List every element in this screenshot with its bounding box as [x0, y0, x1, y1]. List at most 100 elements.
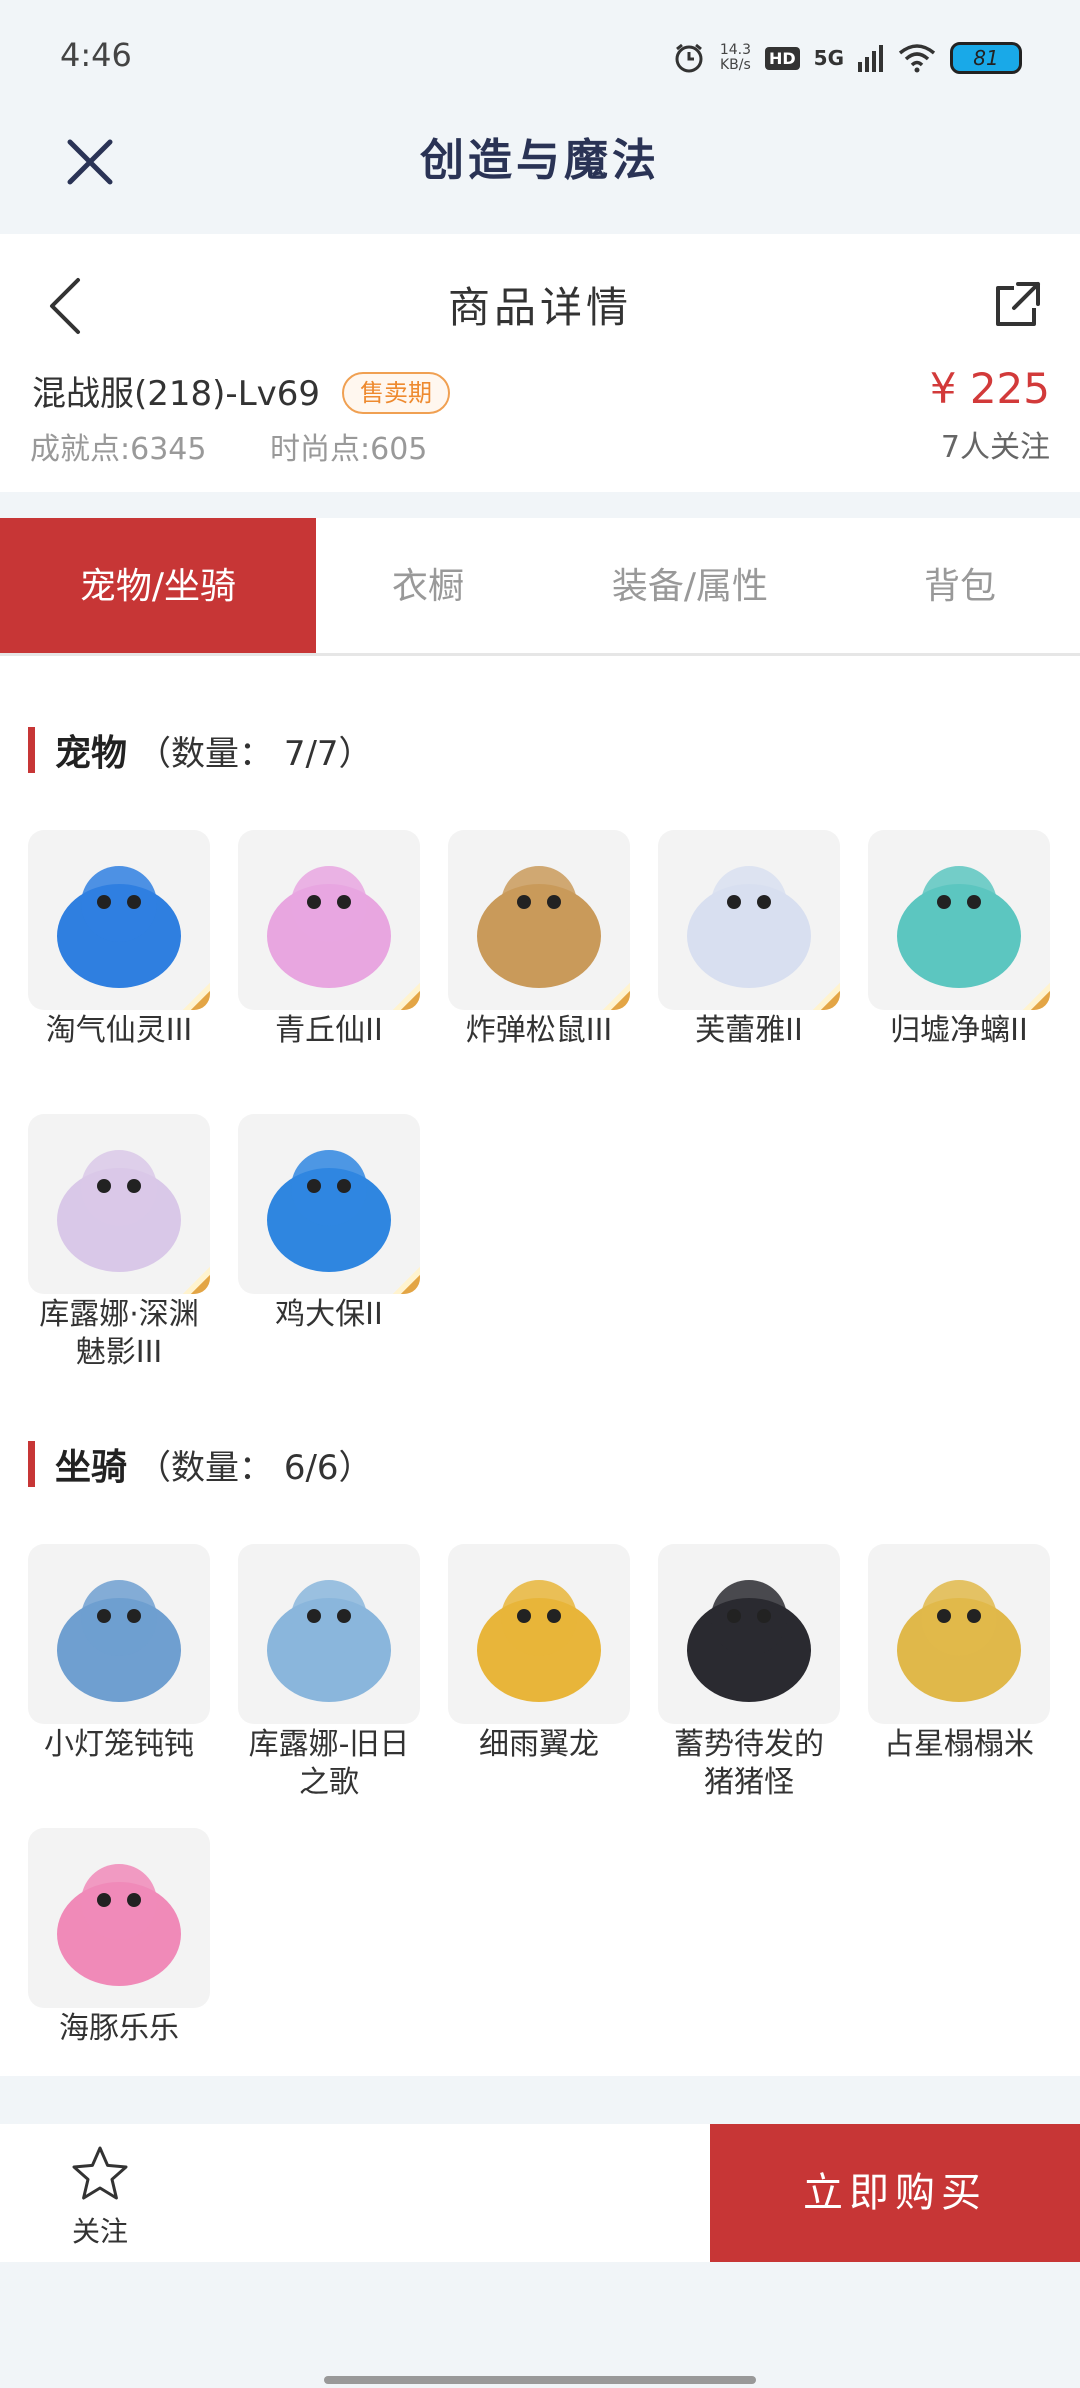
mounts-section-header: 坐骑 （数量： 6/6）	[28, 1438, 373, 1490]
item-thumbnail	[28, 1544, 210, 1724]
tab-wardrobe[interactable]: 衣橱	[316, 518, 540, 653]
item-thumbnail	[238, 1544, 420, 1724]
pets-section-count: （数量： 7/7）	[137, 733, 373, 774]
list-item[interactable]: 库露娜-旧日之歌	[238, 1544, 420, 1802]
item-thumbnail: II	[868, 830, 1050, 1010]
item-name: 库露娜-旧日之歌	[248, 1727, 410, 1800]
tab-pets-mounts[interactable]: 宠物/坐骑	[0, 518, 316, 653]
list-item[interactable]: II 归墟净螭II	[868, 830, 1050, 1050]
cloud-girl-icon	[267, 1580, 391, 1702]
item-thumbnail	[868, 1544, 1050, 1724]
lantern-frog-icon	[57, 1580, 181, 1702]
achievement-points: 成就点:6345	[30, 432, 207, 467]
grade-badge-icon: III	[560, 944, 630, 1010]
tab-bar: 宠物/坐骑 衣橱 装备/属性 背包	[0, 518, 1080, 656]
item-name: 小灯笼钝钝	[44, 1727, 194, 1762]
item-thumbnail: III	[28, 830, 210, 1010]
status-icons: 14.3 KB/s HD 5G 81	[672, 36, 1022, 80]
pets-section-title: 宠物	[55, 733, 128, 774]
list-item[interactable]: 蓄势待发的猪猪怪	[658, 1544, 840, 1802]
network-speed-value: 14.3	[719, 42, 751, 58]
tab-backpack[interactable]: 背包	[840, 518, 1080, 653]
app-bar: 创造与魔法	[0, 110, 1080, 234]
list-item[interactable]: 占星榻榻米	[868, 1544, 1050, 1764]
item-name: 蓄势待发的猪猪怪	[674, 1727, 824, 1800]
svg-text:II: II	[1041, 1001, 1050, 1010]
item-thumbnail: III	[28, 1114, 210, 1294]
item-thumbnail: II	[658, 830, 840, 1010]
grade-badge-icon: III	[140, 1228, 210, 1294]
alarm-icon	[675, 43, 703, 73]
content-area: 宠物 （数量： 7/7） III 淘气仙灵III II 青丘仙II III 炸弹松鼠III…	[0, 656, 1080, 2076]
status-bar: 4:46 14.3 KB/s HD 5G 81	[0, 0, 1080, 110]
pink-dolphin-icon	[57, 1864, 181, 1986]
item-thumbnail: II	[238, 1114, 420, 1294]
list-item[interactable]: III 淘气仙灵III	[28, 830, 210, 1050]
share-icon[interactable]	[988, 278, 1044, 334]
server-name: 混战服(218)-Lv69	[32, 374, 321, 414]
item-name: 归墟净螭II	[890, 1013, 1028, 1048]
list-item[interactable]: 海豚乐乐	[28, 1828, 210, 2048]
list-item[interactable]: II 鸡大保II	[238, 1114, 420, 1334]
item-name: 占星榻榻米	[884, 1727, 1034, 1762]
network-speed: 14.3 KB/s	[720, 43, 751, 73]
crystal-dome-icon	[897, 1580, 1021, 1702]
app-title: 创造与魔法	[420, 135, 660, 186]
follower-count: 7人关注	[940, 430, 1050, 465]
list-item[interactable]: II 芙蕾雅II	[658, 830, 840, 1050]
grade-badge-icon: II	[350, 944, 420, 1010]
black-pig-icon	[687, 1580, 811, 1702]
status-badge: 售卖期	[342, 372, 450, 414]
item-name: 淘气仙灵III	[45, 1013, 193, 1048]
signal-bars-icon	[858, 45, 883, 72]
svg-text:III: III	[186, 1001, 210, 1010]
buy-now-button[interactable]: 立即购买	[710, 2124, 1080, 2262]
svg-text:III: III	[606, 1001, 630, 1010]
grade-badge-icon: II	[350, 1228, 420, 1294]
section-marker	[28, 1441, 35, 1487]
network-speed-unit: KB/s	[720, 57, 751, 73]
product-header: 商品详情 混战服(218)-Lv69 售卖期 成就点:6345 时尚点:605 …	[0, 234, 1080, 492]
mounts-section-count: （数量： 6/6）	[137, 1447, 373, 1488]
item-thumbnail	[28, 1828, 210, 2008]
item-name: 细雨翼龙	[479, 1727, 599, 1762]
status-time: 4:46	[60, 36, 132, 74]
svg-text:II: II	[411, 1001, 420, 1010]
item-name: 库露娜·深渊魅影III	[39, 1297, 199, 1370]
svg-text:II: II	[411, 1285, 420, 1294]
list-item[interactable]: II 青丘仙II	[238, 830, 420, 1050]
pterosaur-icon	[477, 1580, 601, 1702]
pets-section-header: 宠物 （数量： 7/7）	[28, 724, 373, 776]
item-name: 海豚乐乐	[59, 2011, 179, 2046]
list-item[interactable]: III 库露娜·深渊魅影III	[28, 1114, 210, 1372]
list-item[interactable]: III 炸弹松鼠III	[448, 830, 630, 1050]
hd-icon: HD	[764, 46, 800, 70]
grade-badge-icon: II	[770, 944, 840, 1010]
tab-equipment[interactable]: 装备/属性	[540, 518, 840, 653]
item-name: 炸弹松鼠III	[465, 1013, 613, 1048]
item-name: 芙蕾雅II	[695, 1013, 803, 1048]
grade-badge-icon: III	[140, 944, 210, 1010]
item-name: 鸡大保II	[275, 1297, 383, 1332]
battery-icon: 81	[950, 42, 1022, 74]
item-thumbnail: II	[238, 830, 420, 1010]
price: ¥ 225	[929, 364, 1050, 413]
fashion-points: 时尚点:605	[270, 432, 428, 467]
star-icon	[72, 2146, 128, 2200]
signal-5g-icon: 5G	[813, 46, 844, 70]
list-item[interactable]: 小灯笼钝钝	[28, 1544, 210, 1764]
list-item[interactable]: 细雨翼龙	[448, 1544, 630, 1764]
follow-button[interactable]: 关注	[60, 2144, 140, 2254]
svg-text:III: III	[186, 1285, 210, 1294]
item-name: 青丘仙II	[275, 1013, 383, 1048]
follow-label: 关注	[71, 2215, 128, 2248]
wifi-icon	[898, 44, 936, 73]
item-thumbnail	[658, 1544, 840, 1724]
bottom-action-bar: 关注 立即购买	[0, 2124, 1080, 2262]
section-marker	[28, 727, 35, 773]
item-thumbnail	[448, 1544, 630, 1724]
svg-text:II: II	[831, 1001, 840, 1010]
grade-badge-icon: II	[980, 944, 1050, 1010]
home-indicator[interactable]	[324, 2376, 756, 2384]
mounts-section-title: 坐骑	[55, 1447, 128, 1488]
